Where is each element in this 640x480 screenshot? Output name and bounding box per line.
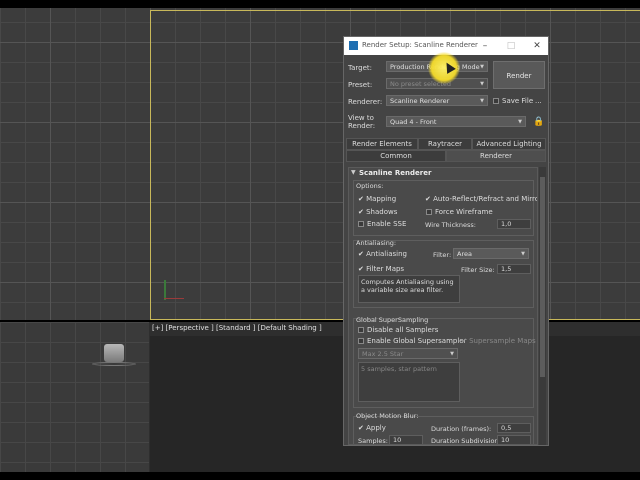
duration-frames-spinner[interactable]: 0,5 [497,423,531,433]
sampler-description: 5 samples, star pattern [358,362,460,402]
options-label: Options: [356,182,384,190]
filter-size-spinner[interactable]: 1,5 [497,264,531,274]
browse-button[interactable]: ... [535,97,542,105]
filter-label: Filter: [433,251,452,259]
supersample-maps-checkbox[interactable]: ✔ Supersample Maps [461,338,536,345]
tab-common[interactable]: Common [346,150,446,162]
duration-subdiv-label: Duration Subdivisions: [431,437,505,445]
duration-subdiv-spinner[interactable]: 10 [497,435,531,444]
object-shadow [92,362,136,366]
save-file-label: Save File [502,97,534,105]
save-file-checkbox[interactable] [493,98,499,104]
tab-advanced-lighting[interactable]: Advanced Lighting [472,138,546,150]
shadows-label: Shadows [366,208,398,216]
samples-label: Samples: [358,437,388,445]
auto-reflect-label: Auto-Reflect/Refract and Mirrors [433,195,538,203]
wire-thickness-value: 1,0 [501,220,512,228]
axis-gizmo-x [164,298,184,299]
view-to-render-dropdown[interactable]: Quad 4 - Front ▼ [386,116,526,127]
filter-dropdown[interactable]: Area ▼ [453,248,529,259]
app-icon [349,41,358,50]
target-label: Target: [348,64,373,72]
panel-scrollbar[interactable] [539,167,546,445]
antialiasing-checkbox[interactable]: ✔ Antialiasing [358,251,407,258]
enable-global-supersampler-label: Enable Global Supersampler [367,337,467,345]
tab-render-elements[interactable]: Render Elements [346,138,418,150]
dialog-title: Render Setup: Scanline Renderer [362,41,478,49]
preset-label: Preset: [348,81,373,89]
samples-value: 10 [393,436,402,444]
disable-samplers-label: Disable all Samplers [367,326,439,334]
sampler-value: Max 2.5 Star [362,350,404,358]
chevron-down-icon: ▼ [480,64,484,70]
viewport-label[interactable]: [+] [Perspective ] [Standard ] [Default … [152,324,322,332]
enable-sse-label: Enable SSE [367,220,407,228]
mapping-label: Mapping [366,195,397,203]
tab-raytracer[interactable]: Raytracer [418,138,472,150]
tab-renderer[interactable]: Renderer [446,150,546,162]
left-viewport[interactable] [0,322,149,472]
axis-gizmo-y [164,280,166,300]
supersampling-label: Global SuperSampling [356,316,429,324]
wire-thickness-spinner[interactable]: 1,0 [497,219,531,229]
force-wireframe-label: Force Wireframe [435,208,493,216]
maximize-icon[interactable]: □ [504,39,518,53]
chevron-down-icon: ▼ [480,81,484,87]
view-to-render-value: Quad 4 - Front [390,118,437,126]
minimize-icon[interactable]: – [478,39,492,53]
mapping-checkbox[interactable]: ✔ Mapping [358,196,396,203]
enable-sse-checkbox[interactable] [358,221,364,227]
filter-size-value: 1,5 [501,265,512,273]
auto-reflect-checkbox[interactable]: ✔ Auto-Reflect/Refract and Mirrors [425,195,538,203]
renderer-label: Renderer: [348,98,383,106]
duration-frames-label: Duration (frames): [431,425,492,433]
force-wireframe-checkbox[interactable] [426,209,432,215]
wire-thickness-label: Wire Thickness: [425,221,477,229]
renderer-panel: ▼ Scanline Renderer Options: ✔ Mapping ✔… [348,167,538,445]
chevron-down-icon: ▼ [521,251,525,257]
scene-object[interactable] [104,344,124,362]
chevron-down-icon: ▼ [480,98,484,104]
antialiasing-group-label: Antialiasing: [356,239,397,247]
duration-frames-value: 0,5 [501,424,512,432]
samples-spinner[interactable]: 10 [389,435,423,444]
lock-icon[interactable]: 🔒 [533,117,544,127]
filter-description: Computes Antialiasing using a variable s… [358,275,460,303]
renderer-dropdown[interactable]: Scanline Renderer ▼ [386,95,488,106]
duration-subdiv-value: 10 [501,436,510,444]
rollout-title[interactable]: Scanline Renderer [359,169,431,177]
bottom-bar [0,472,640,480]
close-icon[interactable]: ✕ [530,39,544,53]
rollout-collapse-icon[interactable]: ▼ [351,169,356,176]
disable-samplers-checkbox[interactable] [358,327,364,333]
supersample-maps-label: Supersample Maps [469,337,536,345]
apply-label: Apply [366,424,386,432]
filter-value: Area [457,250,472,258]
motion-blur-label: Object Motion Blur: [356,412,419,420]
filter-maps-checkbox[interactable]: ✔ Filter Maps [358,266,404,273]
scrollbar-thumb[interactable] [540,177,545,377]
renderer-value: Scanline Renderer [390,97,450,105]
shadows-checkbox[interactable]: ✔ Shadows [358,209,397,216]
render-button[interactable]: Render [493,61,545,89]
enable-global-supersampler-checkbox[interactable] [358,338,364,344]
view-to-render-label-1: View to [348,114,374,122]
chevron-down-icon: ▼ [518,119,522,125]
filter-maps-label: Filter Maps [366,265,405,273]
sampler-dropdown[interactable]: Max 2.5 Star ▼ [358,348,458,359]
chevron-down-icon: ▼ [450,351,454,357]
view-to-render-label-2: Render: [348,122,376,130]
render-setup-dialog: Render Setup: Scanline Renderer – □ ✕ Ta… [343,36,549,446]
filter-size-label: Filter Size: [461,266,495,274]
apply-checkbox[interactable]: ✔ Apply [358,425,386,432]
antialiasing-label: Antialiasing [366,250,407,258]
